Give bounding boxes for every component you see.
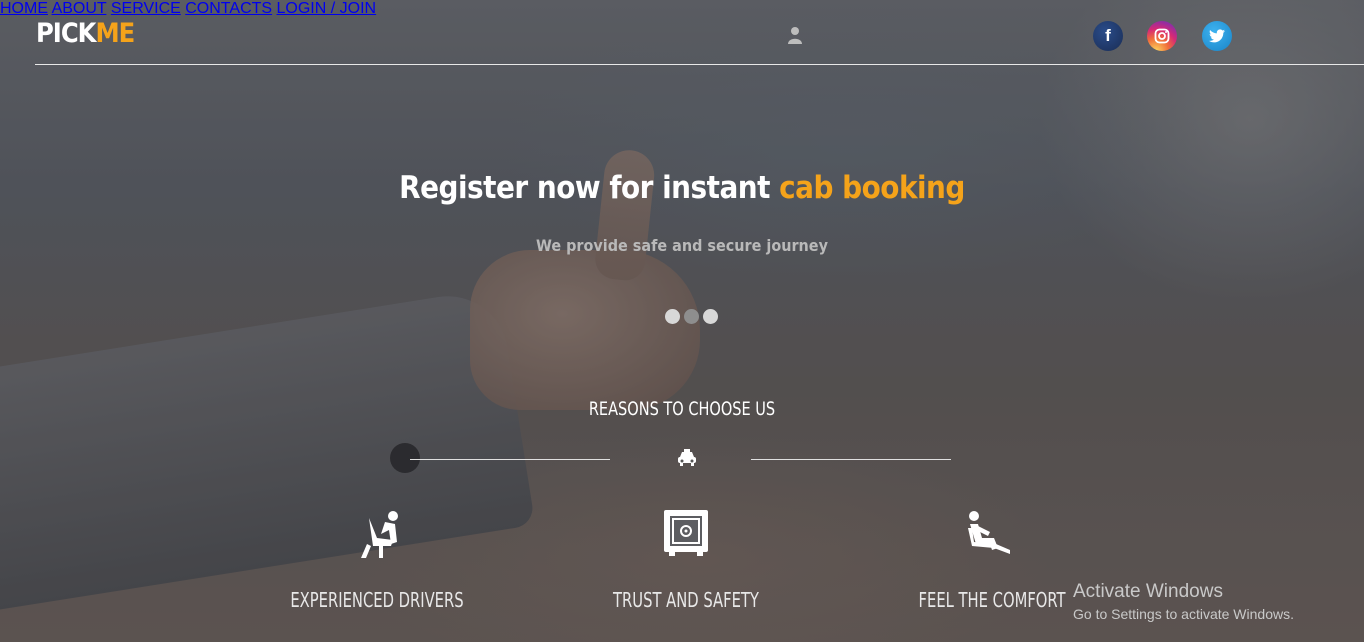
nav-item-service[interactable]: SERVICE [111,0,181,17]
section-title: REASONS TO CHOOSE US [588,398,776,420]
main-nav: HOME ABOUT SERVICE CONTACTS LOGIN / JOIN [0,0,1364,44]
login-join-link[interactable]: LOGIN / JOIN [277,0,377,17]
instagram-glyph-icon [1154,28,1170,44]
twitter-bird-icon [1209,29,1225,43]
top-navigation-bar: PICKME HOME ABOUT SERVICE CONTACTS LOGIN… [0,0,1364,66]
carousel-indicators [665,309,718,324]
facebook-icon[interactable]: f [1093,21,1123,51]
comfort-seat-icon [968,511,1010,554]
header-divider [35,64,1364,65]
nav-item-about[interactable]: ABOUT [52,0,107,17]
hero-title: Register now for instant cab booking [0,170,1364,206]
hero-title-accent: cab booking [779,170,965,206]
windows-activation-watermark: Activate Windows Go to Settings to activ… [1073,581,1294,622]
taxi-icon [678,449,696,466]
carousel-dot-active[interactable] [684,309,699,324]
safe-icon [664,510,708,556]
instagram-icon[interactable] [1147,21,1177,51]
watermark-line2: Go to Settings to activate Windows. [1073,606,1294,622]
nav-item-contacts[interactable]: CONTACTS [185,0,272,17]
brand-logo[interactable]: PICKME [36,18,135,49]
brand-logo-part1: PICK [36,18,96,49]
feature-label-safety: TRUST AND SAFETY [613,588,759,612]
carousel-dot[interactable] [665,309,680,324]
driver-seat-icon [361,511,398,558]
hero-subtitle: We provide safe and secure journey [536,236,828,255]
section-divider-left [410,459,610,460]
hero-title-main: Register now for instant [399,170,780,206]
user-icon[interactable] [787,26,803,44]
watermark-line1: Activate Windows [1073,581,1223,602]
carousel-dot[interactable] [703,309,718,324]
feature-label-drivers: EXPERIENCED DRIVERS [290,588,464,612]
feature-label-comfort: FEEL THE COMFORT [918,588,1066,612]
section-divider-right [751,459,951,460]
nav-item-home[interactable]: HOME [0,0,48,17]
brand-logo-part2: ME [95,18,135,49]
twitter-icon[interactable] [1202,21,1232,51]
